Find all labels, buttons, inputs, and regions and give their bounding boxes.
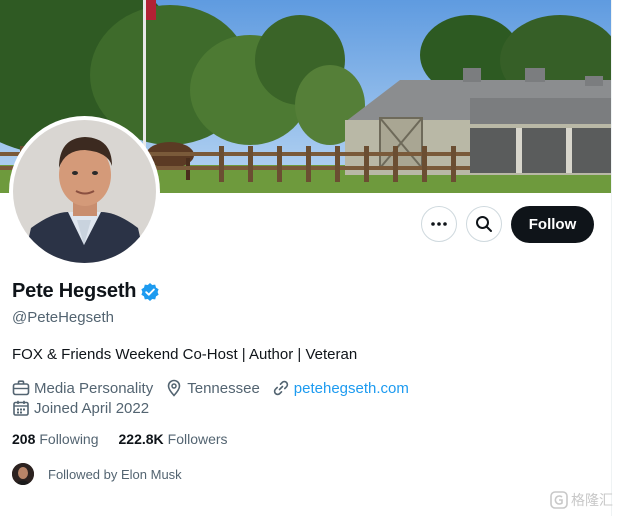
followers-label: Followers (167, 431, 228, 447)
column-divider (611, 0, 612, 516)
profile-website[interactable]: petehegseth.com (272, 379, 409, 397)
search-icon (476, 216, 492, 232)
avatar-image (13, 120, 156, 263)
category-label: Media Personality (34, 379, 154, 397)
profile-name-row: Pete Hegseth (12, 280, 160, 303)
more-button[interactable] (421, 206, 457, 242)
profile-joined: Joined April 2022 (12, 399, 149, 417)
more-horizontal-icon (431, 222, 447, 226)
profile-name: Pete Hegseth (12, 280, 137, 302)
calendar-icon (13, 400, 29, 416)
verified-badge-icon[interactable] (140, 282, 160, 302)
search-profile-button[interactable] (466, 206, 502, 242)
location-label: Tennessee (187, 379, 260, 397)
profile-category: Media Personality (12, 379, 153, 397)
profile-avatar[interactable] (13, 120, 156, 263)
profile-joined-row: Joined April 2022 (12, 399, 161, 417)
following-count: 208 (12, 431, 36, 447)
follow-button[interactable]: Follow (511, 206, 594, 243)
watermark-text: 格隆汇 (571, 493, 613, 509)
profile-handle: @PeteHegseth (12, 309, 114, 326)
location-pin-icon (167, 379, 181, 397)
watermark-logo-icon (550, 491, 568, 509)
follower-avatar (12, 463, 34, 485)
following-label: Following (39, 431, 99, 447)
joined-label: Joined April 2022 (34, 399, 150, 417)
profile-meta-row: Media Personality Tennessee petehegseth.… (12, 379, 421, 397)
following-link[interactable]: 208 Following (12, 431, 99, 447)
profile-stats: 208 Following 222.8K Followers (12, 431, 228, 447)
followers-link[interactable]: 222.8K Followers (119, 431, 228, 447)
followed-by-text: Followed by Elon Musk (48, 466, 182, 482)
briefcase-icon (12, 380, 30, 396)
follower-avatar-image (12, 463, 34, 485)
watermark: 格隆汇 (550, 490, 613, 510)
profile-location: Tennessee (165, 379, 260, 397)
followers-count: 222.8K (118, 431, 164, 447)
website-link[interactable]: petehegseth.com (294, 380, 409, 397)
link-icon (273, 380, 288, 396)
profile-bio: FOX & Friends Weekend Co-Host | Author |… (12, 346, 358, 363)
followed-by-row[interactable]: Followed by Elon Musk (12, 463, 182, 485)
